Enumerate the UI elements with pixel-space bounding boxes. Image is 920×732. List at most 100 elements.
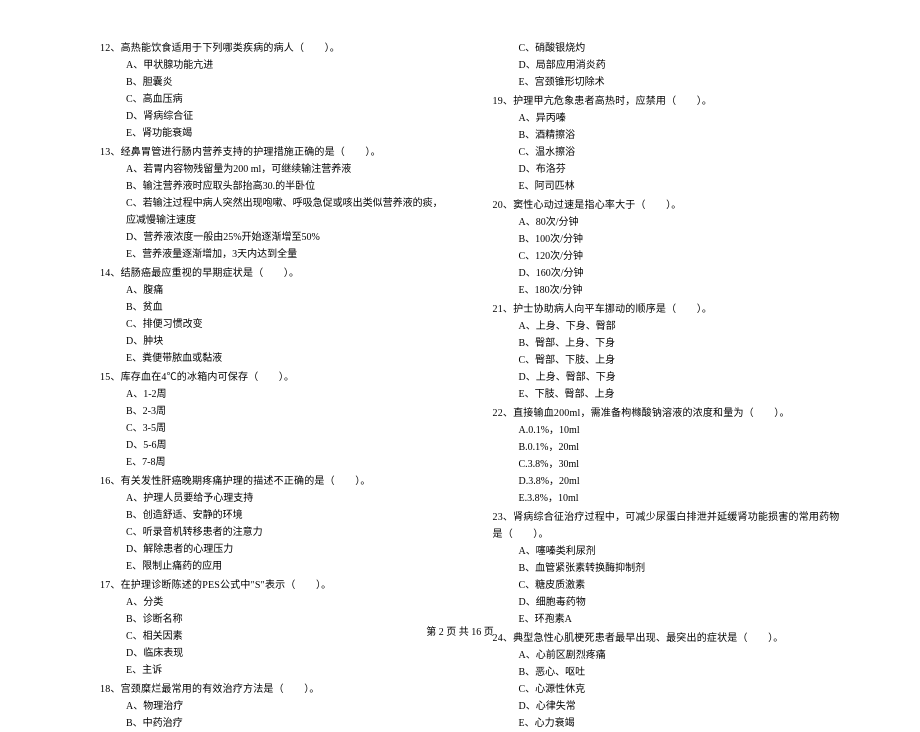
question: 19、护理甲亢危象患者高热时，应禁用（ ）。A、异丙嗪B、酒精擦浴C、温水擦浴D…: [493, 93, 841, 195]
question-title: 15、库存血在4℃的冰箱内可保存（ ）。: [100, 369, 448, 386]
option: D、心律失常: [519, 698, 841, 715]
option: A、甲状腺功能亢进: [126, 57, 448, 74]
option: B、恶心、呕吐: [519, 664, 841, 681]
option: A、若胃内容物残留量为200 ml，可继续输注营养液: [126, 161, 448, 178]
question: 23、肾病综合征治疗过程中，可减少尿蛋白排泄并延缓肾功能损害的常用药物是（ ）。…: [493, 509, 841, 628]
option: B、创造舒适、安静的环境: [126, 507, 448, 524]
option: A、80次/分钟: [519, 214, 841, 231]
options: A、腹痛B、贫血C、排便习惯改变D、肿块E、粪便带脓血或黏液: [100, 282, 448, 367]
question: 22、直接输血200ml，需准备枸橼酸钠溶液的浓度和量为（ ）。A.0.1%，1…: [493, 405, 841, 507]
option: D、5-6周: [126, 437, 448, 454]
option: A、物理治疗: [126, 698, 448, 715]
options: A、异丙嗪B、酒精擦浴C、温水擦浴D、布洛芬E、阿司匹林: [493, 110, 841, 195]
option: B、血管紧张素转换酶抑制剂: [519, 560, 841, 577]
option: A.0.1%，10ml: [519, 422, 841, 439]
options: A、噻嗪类利尿剂B、血管紧张素转换酶抑制剂C、糖皮质激素D、细胞毒药物E、环孢素…: [493, 543, 841, 628]
question-title: 14、结肠癌最应重视的早期症状是（ ）。: [100, 265, 448, 282]
option: E、下肢、臀部、上身: [519, 386, 841, 403]
options: A、心前区剧烈疼痛B、恶心、呕吐C、心源性休克D、心律失常E、心力衰竭: [493, 647, 841, 732]
options: A、1-2周B、2-3周C、3-5周D、5-6周E、7-8周: [100, 386, 448, 471]
option: C、硝酸银烧灼: [519, 40, 841, 57]
option: E、7-8周: [126, 454, 448, 471]
question-title: 16、有关发性肝癌晚期疼痛护理的描述不正确的是（ ）。: [100, 473, 448, 490]
option: D、细胞毒药物: [519, 594, 841, 611]
question: C、硝酸银烧灼D、局部应用消炎药E、宫颈锥形切除术: [493, 40, 841, 91]
option: C、120次/分钟: [519, 248, 841, 265]
option: B、胆囊炎: [126, 74, 448, 91]
question: 20、窦性心动过速是指心率大于（ ）。A、80次/分钟B、100次/分钟C、12…: [493, 197, 841, 299]
question-title: 23、肾病综合征治疗过程中，可减少尿蛋白排泄并延缓肾功能损害的常用药物是（ ）。: [493, 509, 841, 543]
option: E、主诉: [126, 662, 448, 679]
options: A、物理治疗B、中药治疗: [100, 698, 448, 732]
options: A、上身、下身、臀部B、臀部、上身、下身C、臀部、下肢、上身D、上身、臀部、下身…: [493, 318, 841, 403]
option: B、2-3周: [126, 403, 448, 420]
option: B、输注营养液时应取头部抬高30.的半卧位: [126, 178, 448, 195]
option: E、营养液量逐渐增加，3天内达到全量: [126, 246, 448, 263]
question: 13、经鼻胃管进行肠内营养支持的护理措施正确的是（ ）。A、若胃内容物残留量为2…: [100, 144, 448, 263]
option: C、若输注过程中病人突然出现咆嗽、呼吸急促或咳出类似营养液的痰，应减慢输注速度: [126, 195, 448, 229]
question: 24、典型急性心肌梗死患者最早出现、最突出的症状是（ ）。A、心前区剧烈疼痛B、…: [493, 630, 841, 732]
option: C、听录音机转移患者的注意力: [126, 524, 448, 541]
option: D、解除患者的心理压力: [126, 541, 448, 558]
option: E、180次/分钟: [519, 282, 841, 299]
question-title: 17、在护理诊断陈述的PES公式中"S"表示（ ）。: [100, 577, 448, 594]
option: A、上身、下身、臀部: [519, 318, 841, 335]
option: B、100次/分钟: [519, 231, 841, 248]
option: E、宫颈锥形切除术: [519, 74, 841, 91]
question: 15、库存血在4℃的冰箱内可保存（ ）。A、1-2周B、2-3周C、3-5周D、…: [100, 369, 448, 471]
option: D.3.8%，20ml: [519, 473, 841, 490]
option: D、布洛芬: [519, 161, 841, 178]
question-title: 20、窦性心动过速是指心率大于（ ）。: [493, 197, 841, 214]
question: 14、结肠癌最应重视的早期症状是（ ）。A、腹痛B、贫血C、排便习惯改变D、肿块…: [100, 265, 448, 367]
option: D、160次/分钟: [519, 265, 841, 282]
question: 21、护士协助病人向平车挪动的顺序是（ ）。A、上身、下身、臀部B、臀部、上身、…: [493, 301, 841, 403]
option: E、阿司匹林: [519, 178, 841, 195]
question-title: 22、直接输血200ml，需准备枸橼酸钠溶液的浓度和量为（ ）。: [493, 405, 841, 422]
option: D、营养液浓度一般由25%开始逐渐增至50%: [126, 229, 448, 246]
content: 12、高热能饮食适用于下列哪类疾病的病人（ ）。A、甲状腺功能亢进B、胆囊炎C、…: [100, 40, 840, 610]
option: D、临床表现: [126, 645, 448, 662]
option: D、上身、臀部、下身: [519, 369, 841, 386]
option: C、心源性休克: [519, 681, 841, 698]
option: C、高血压病: [126, 91, 448, 108]
option: A、分类: [126, 594, 448, 611]
left-column: 12、高热能饮食适用于下列哪类疾病的病人（ ）。A、甲状腺功能亢进B、胆囊炎C、…: [100, 40, 448, 610]
option: E、粪便带脓血或黏液: [126, 350, 448, 367]
options: A.0.1%，10mlB.0.1%，20mlC.3.8%，30mlD.3.8%，…: [493, 422, 841, 507]
option: D、局部应用消炎药: [519, 57, 841, 74]
options: A、护理人员要给予心理支持B、创造舒适、安静的环境C、听录音机转移患者的注意力D…: [100, 490, 448, 575]
option: E.3.8%，10ml: [519, 490, 841, 507]
option: C、3-5周: [126, 420, 448, 437]
options: A、若胃内容物残留量为200 ml，可继续输注营养液B、输注营养液时应取头部抬高…: [100, 161, 448, 263]
option: E、心力衰竭: [519, 715, 841, 732]
question: 12、高热能饮食适用于下列哪类疾病的病人（ ）。A、甲状腺功能亢进B、胆囊炎C、…: [100, 40, 448, 142]
option: D、肿块: [126, 333, 448, 350]
option: B、臀部、上身、下身: [519, 335, 841, 352]
option: E、肾功能衰竭: [126, 125, 448, 142]
option: B、贫血: [126, 299, 448, 316]
option: B、中药治疗: [126, 715, 448, 732]
option: A、噻嗪类利尿剂: [519, 543, 841, 560]
options: A、甲状腺功能亢进B、胆囊炎C、高血压病D、肾病综合征E、肾功能衰竭: [100, 57, 448, 142]
question-title: 12、高热能饮食适用于下列哪类疾病的病人（ ）。: [100, 40, 448, 57]
option: B.0.1%，20ml: [519, 439, 841, 456]
option: A、护理人员要给予心理支持: [126, 490, 448, 507]
option: C.3.8%，30ml: [519, 456, 841, 473]
page-footer: 第 2 页 共 16 页: [0, 623, 920, 638]
question-title: 21、护士协助病人向平车挪动的顺序是（ ）。: [493, 301, 841, 318]
option: A、腹痛: [126, 282, 448, 299]
options: C、硝酸银烧灼D、局部应用消炎药E、宫颈锥形切除术: [493, 40, 841, 91]
option: C、糖皮质激素: [519, 577, 841, 594]
question: 16、有关发性肝癌晚期疼痛护理的描述不正确的是（ ）。A、护理人员要给予心理支持…: [100, 473, 448, 575]
question-title: 13、经鼻胃管进行肠内营养支持的护理措施正确的是（ ）。: [100, 144, 448, 161]
options: A、80次/分钟B、100次/分钟C、120次/分钟D、160次/分钟E、180…: [493, 214, 841, 299]
option: B、酒精擦浴: [519, 127, 841, 144]
option: D、肾病综合征: [126, 108, 448, 125]
question-title: 18、宫颈糜烂最常用的有效治疗方法是（ ）。: [100, 681, 448, 698]
right-column: C、硝酸银烧灼D、局部应用消炎药E、宫颈锥形切除术19、护理甲亢危象患者高热时，…: [493, 40, 841, 610]
question-title: 19、护理甲亢危象患者高热时，应禁用（ ）。: [493, 93, 841, 110]
question: 18、宫颈糜烂最常用的有效治疗方法是（ ）。A、物理治疗B、中药治疗: [100, 681, 448, 732]
option: C、温水擦浴: [519, 144, 841, 161]
option: A、异丙嗪: [519, 110, 841, 127]
option: A、1-2周: [126, 386, 448, 403]
